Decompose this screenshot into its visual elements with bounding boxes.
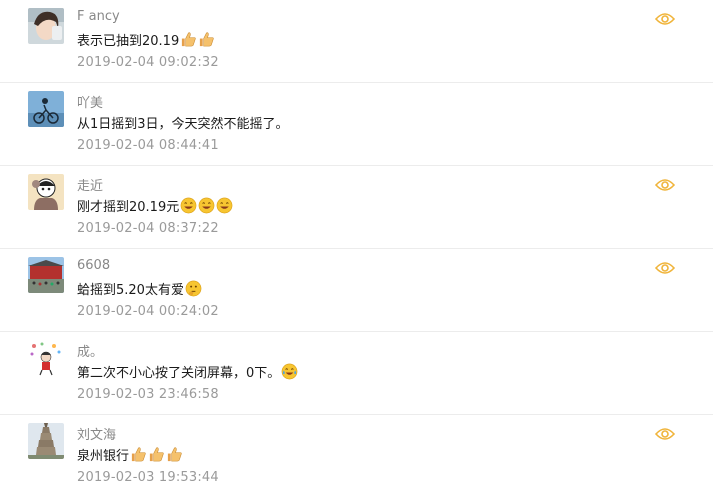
avatar[interactable] bbox=[28, 91, 64, 127]
comment-date: 2019-02-04 00:24:02 bbox=[77, 304, 219, 319]
comment-text: 泉州银行 bbox=[77, 445, 184, 464]
comment-text: 第二次不小心按了关闭屏幕，0下。 bbox=[77, 362, 299, 381]
comment-date: 2019-02-04 08:37:22 bbox=[77, 221, 219, 236]
thinking-face-emoji bbox=[185, 280, 202, 297]
comment-date: 2019-02-03 19:53:44 bbox=[77, 470, 219, 485]
comment-text-body: 从1日摇到3日，今天突然不能摇了。 bbox=[77, 117, 289, 132]
eye-icon[interactable] bbox=[655, 12, 675, 26]
comment-list: F ancy 表示已抽到20.19 2019-02-04 09:02:32 吖美… bbox=[0, 0, 713, 498]
comment-text-body: 第二次不小心按了关闭屏幕，0下。 bbox=[77, 366, 281, 381]
commenter-name: 走近 bbox=[77, 179, 104, 194]
comment-item: 成。 第二次不小心按了关闭屏幕，0下。 2019-02-03 23:46:58 bbox=[0, 332, 713, 415]
comment-text-body: 蛤摇到5.20太有爱 bbox=[77, 283, 184, 298]
comment-item: 刘文海 泉州银行 2019-02-03 19:53:44 bbox=[0, 415, 713, 498]
comment-date: 2019-02-03 23:46:58 bbox=[77, 387, 219, 402]
eye-icon[interactable] bbox=[655, 261, 675, 275]
comment-text-body: 刚才摇到20.19元 bbox=[77, 200, 180, 215]
comment-item: F ancy 表示已抽到20.19 2019-02-04 09:02:32 bbox=[0, 0, 713, 83]
laughing-face-emoji bbox=[180, 197, 197, 214]
commenter-name: 吖美 bbox=[77, 96, 104, 111]
comment-item: 吖美 从1日摇到3日，今天突然不能摇了。 2019-02-04 08:44:41 bbox=[0, 83, 713, 166]
laughing-face-emoji bbox=[216, 197, 233, 214]
comment-text: 从1日摇到3日，今天突然不能摇了。 bbox=[77, 113, 289, 132]
thumbs-up-emoji bbox=[200, 32, 214, 47]
thumbs-up-emoji bbox=[182, 32, 196, 47]
eye-icon[interactable] bbox=[655, 178, 675, 192]
commenter-name: 刘文海 bbox=[77, 428, 117, 443]
avatar[interactable] bbox=[28, 8, 64, 44]
thumbs-up-emoji bbox=[149, 447, 164, 462]
thumbs-up-emoji bbox=[167, 447, 182, 462]
comment-item: 走近 刚才摇到20.19元 2019-02-04 08:37:22 bbox=[0, 166, 713, 249]
avatar[interactable] bbox=[28, 423, 64, 459]
avatar[interactable] bbox=[28, 340, 64, 376]
commenter-name: F ancy bbox=[77, 9, 120, 24]
avatar[interactable] bbox=[28, 257, 64, 293]
laughing-face-emoji bbox=[198, 197, 215, 214]
comment-text-body: 表示已抽到20.19 bbox=[77, 34, 180, 49]
comment-text: 表示已抽到20.19 bbox=[77, 30, 216, 49]
comment-item: 6608 蛤摇到5.20太有爱 2019-02-04 00:24:02 bbox=[0, 249, 713, 332]
comment-text-body: 泉州银行 bbox=[77, 449, 130, 464]
eye-icon[interactable] bbox=[655, 427, 675, 441]
comment-date: 2019-02-04 09:02:32 bbox=[77, 55, 219, 70]
avatar[interactable] bbox=[28, 174, 64, 210]
comment-date: 2019-02-04 08:44:41 bbox=[77, 138, 219, 153]
tears-of-joy-emoji bbox=[281, 363, 298, 380]
comment-text: 刚才摇到20.19元 bbox=[77, 196, 234, 215]
thumbs-up-emoji bbox=[131, 447, 146, 462]
commenter-name: 成。 bbox=[77, 345, 104, 360]
comment-text: 蛤摇到5.20太有爱 bbox=[77, 279, 203, 298]
commenter-name: 6608 bbox=[77, 258, 111, 273]
